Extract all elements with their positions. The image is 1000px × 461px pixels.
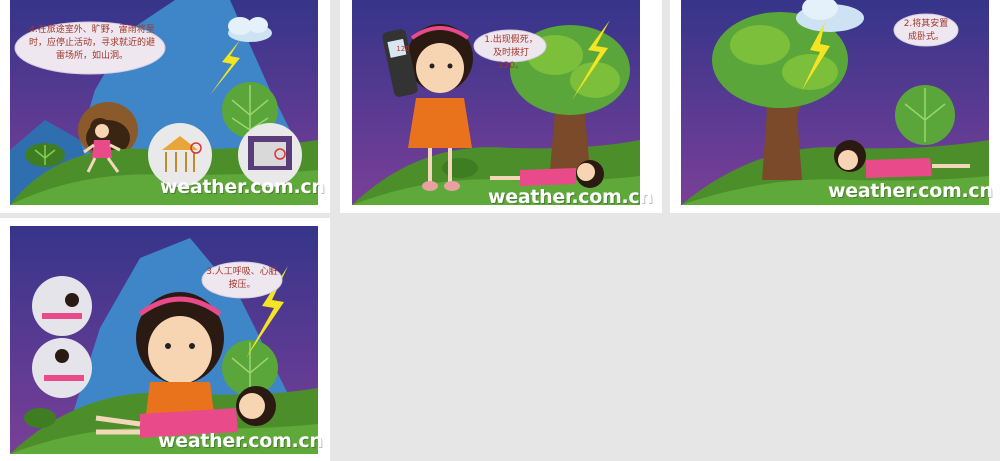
panel-3-caption: 2.将其安置成卧式。 (903, 19, 949, 42)
comic-panel-2: 120 1.出现假死，及时拨打120。 weather.com.cn (340, 0, 662, 213)
panel-2-watermark: weather.com.cn (488, 186, 653, 208)
panel-3-watermark: weather.com.cn (828, 180, 993, 202)
panel-4-caption: 3.人工呼吸、心脏按压。 (206, 267, 278, 290)
panel-1-caption: 4.在旅途室外、旷野，雷雨将至时，应停止活动，寻求就近的避雷场所，如山洞。 (28, 25, 155, 61)
comic-panel-3: 2.将其安置成卧式。 weather.com.cn (670, 0, 1000, 213)
panel-2-caption: 1.出现假死，及时拨打120。 (484, 35, 538, 71)
panel-2-scene (352, 0, 640, 205)
rescuer-girl-icon (136, 292, 224, 414)
comic-panel-1: 4.在旅途室外、旷野，雷雨将至时，应停止活动，寻求就近的避雷场所，如山洞。 we… (0, 0, 330, 213)
cloud-icon (228, 17, 272, 42)
inset-breathing-icon (32, 276, 92, 336)
panel-4-scene (10, 226, 318, 454)
phone-screen-number: 120 (396, 45, 410, 53)
tree-round-icon (895, 85, 955, 145)
bush-icon (442, 158, 478, 178)
bush-icon (25, 143, 65, 167)
inset-compression-icon (32, 338, 92, 398)
comic-panel-4: 3.人工呼吸、心脏按压。 weather.com.cn (0, 218, 330, 461)
bush-icon (24, 408, 56, 428)
panel-1-watermark: weather.com.cn (160, 176, 325, 198)
panel-4-watermark: weather.com.cn (158, 430, 323, 452)
